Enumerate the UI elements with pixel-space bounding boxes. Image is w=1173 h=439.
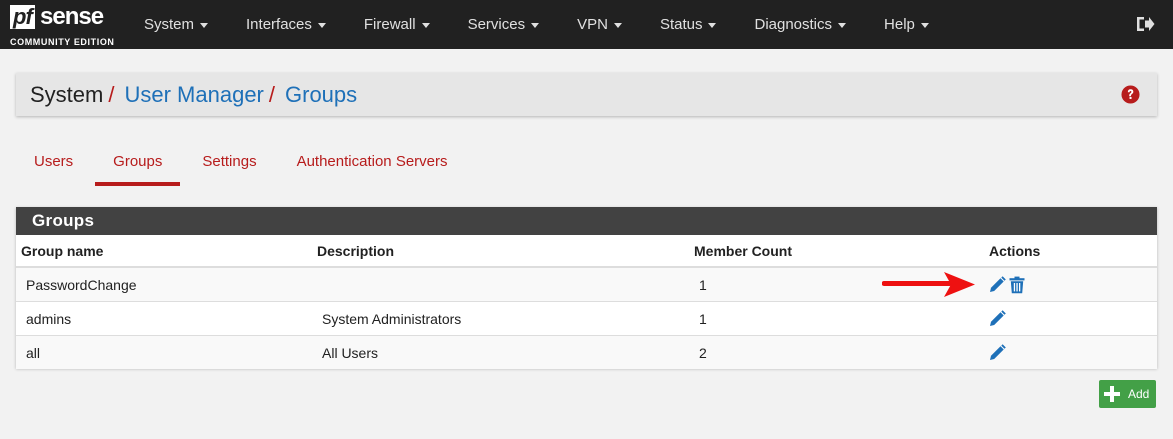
actions-cell (984, 301, 1157, 336)
caret-down-icon (200, 22, 209, 28)
menu-diagnostics[interactable]: Diagnostics (740, 0, 860, 49)
table-row: admins System Administrators 1 (16, 301, 1157, 336)
breadcrumb-system: System (30, 82, 104, 107)
user-manager-tabs: Users Groups Settings Authentication Ser… (16, 145, 470, 186)
column-header-group-name: Group name (16, 235, 312, 268)
group-name-cell: admins (16, 301, 312, 336)
actions-cell (984, 335, 1157, 369)
group-name-cell: all (16, 335, 312, 369)
main-menu: System Interfaces Firewall Services VPN … (130, 0, 953, 49)
breadcrumb-user-manager[interactable]: User Manager (124, 82, 263, 107)
group-name-cell: PasswordChange (16, 266, 312, 302)
caret-down-icon (708, 22, 717, 28)
actions-cell (984, 266, 1157, 302)
pencil-icon[interactable] (988, 309, 1006, 328)
breadcrumb: System / User Manager / Groups (30, 73, 357, 117)
menu-system[interactable]: System (130, 0, 222, 49)
description-cell (312, 266, 689, 302)
member-count-cell: 1 (689, 301, 984, 336)
breadcrumb-separator: / (108, 82, 115, 107)
caret-down-icon (920, 22, 929, 28)
add-button-label: Add (1128, 387, 1150, 401)
pfsense-logo[interactable]: pf sense COMMUNITY EDITION (10, 5, 118, 47)
question-circle-icon[interactable] (1121, 85, 1140, 104)
trash-icon[interactable] (1008, 276, 1026, 294)
description-cell: All Users (312, 335, 689, 369)
pencil-icon[interactable] (988, 275, 1006, 294)
tab-groups[interactable]: Groups (95, 145, 181, 186)
table-row: all All Users 2 (16, 335, 1157, 369)
table-header-row: Group name Description Member Count Acti… (16, 235, 1157, 268)
edition-label: COMMUNITY EDITION (10, 37, 115, 47)
menu-firewall[interactable]: Firewall (350, 0, 444, 49)
caret-down-icon (317, 22, 326, 28)
plus-icon (1104, 386, 1120, 402)
tab-users[interactable]: Users (16, 145, 91, 186)
menu-vpn[interactable]: VPN (563, 0, 636, 49)
breadcrumb-separator: / (268, 82, 275, 107)
groups-panel: Groups Group name Description Member Cou… (16, 207, 1157, 369)
breadcrumb-bar: System / User Manager / Groups (16, 73, 1157, 116)
menu-interfaces[interactable]: Interfaces (232, 0, 340, 49)
menu-services[interactable]: Services (454, 0, 554, 49)
description-cell: System Administrators (312, 301, 689, 336)
groups-table: Group name Description Member Count Acti… (16, 235, 1157, 369)
breadcrumb-groups[interactable]: Groups (285, 82, 357, 107)
tab-settings[interactable]: Settings (184, 145, 274, 186)
menu-help[interactable]: Help (870, 0, 943, 49)
pencil-icon[interactable] (988, 343, 1006, 362)
column-header-actions: Actions (984, 235, 1157, 268)
table-row: PasswordChange 1 (16, 266, 1157, 302)
red-arrow-icon (882, 272, 975, 297)
caret-down-icon (613, 22, 622, 28)
caret-down-icon (531, 22, 540, 28)
column-header-member-count: Member Count (689, 235, 984, 268)
sign-out-icon[interactable] (1135, 14, 1155, 34)
caret-down-icon (421, 22, 430, 28)
logo-sense-text: sense (40, 3, 104, 30)
logo-pf-text: pf (10, 5, 35, 29)
caret-down-icon (838, 22, 847, 28)
top-navbar: pf sense COMMUNITY EDITION System Interf… (0, 0, 1173, 49)
member-count-cell: 2 (689, 335, 984, 369)
panel-title: Groups (16, 207, 1157, 235)
add-group-button[interactable]: Add (1099, 380, 1156, 408)
column-header-description: Description (312, 235, 689, 268)
menu-status[interactable]: Status (646, 0, 731, 49)
tab-authentication-servers[interactable]: Authentication Servers (279, 145, 466, 186)
